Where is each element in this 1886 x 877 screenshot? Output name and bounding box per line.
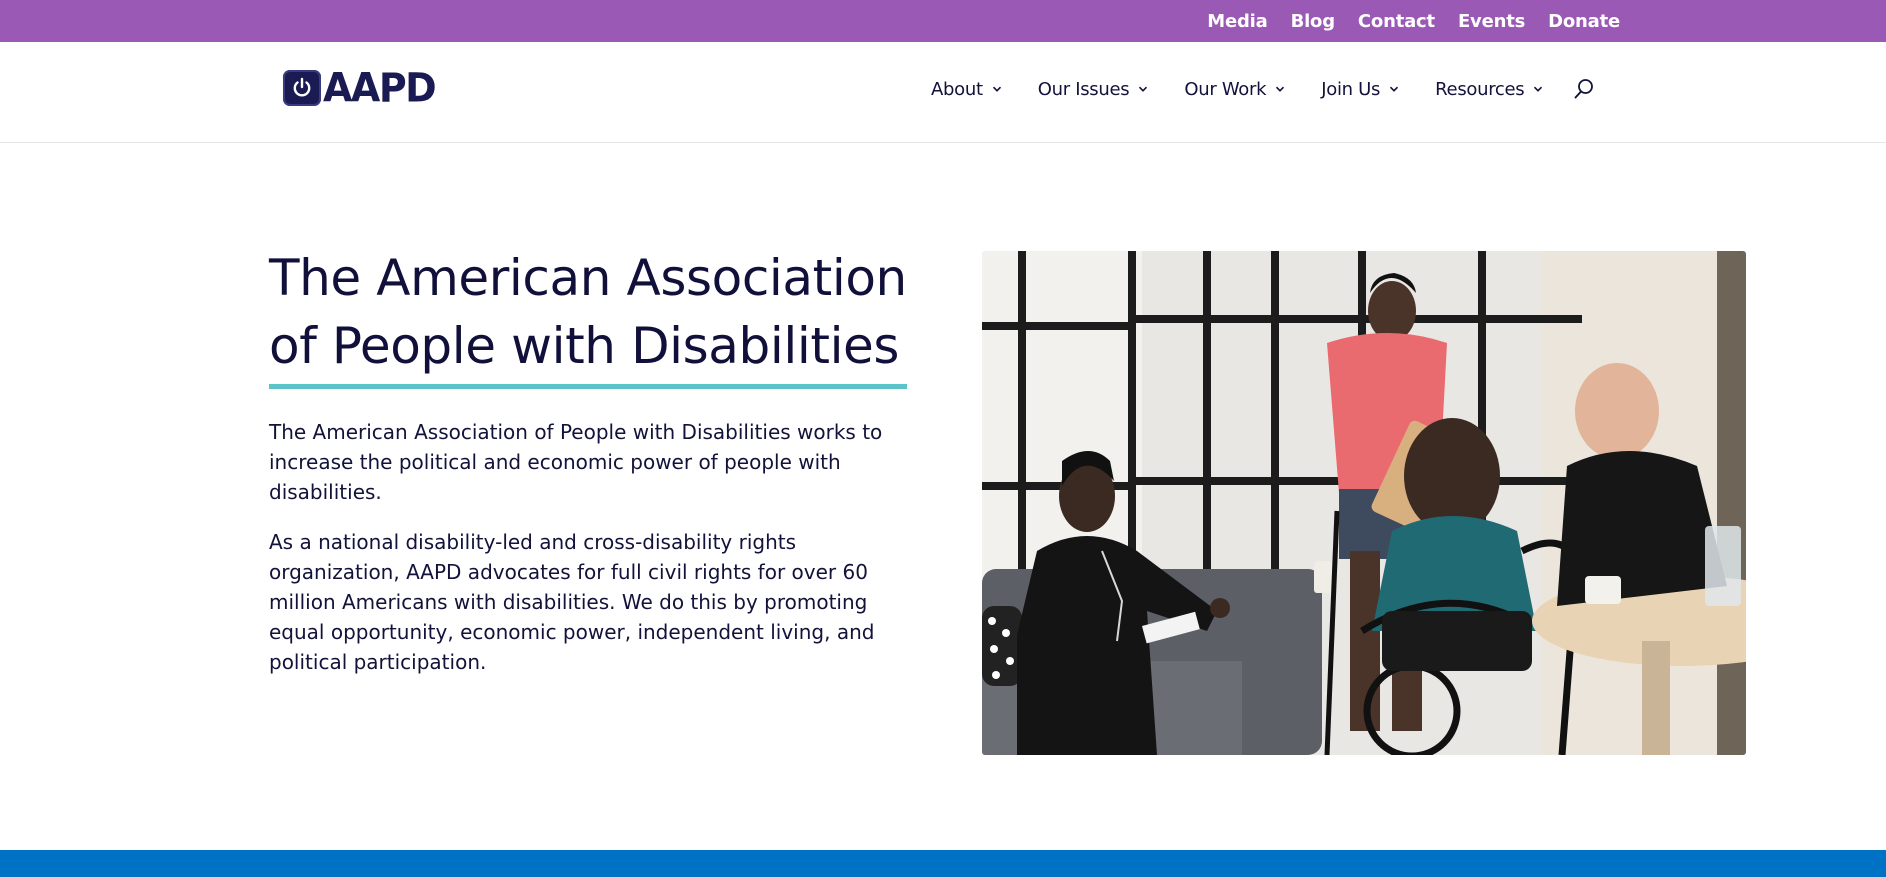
utility-link-contact[interactable]: Contact bbox=[1358, 11, 1435, 32]
page-title: The American Association of People with D… bbox=[269, 244, 909, 380]
title-underline bbox=[269, 384, 907, 389]
utility-link-media[interactable]: Media bbox=[1207, 11, 1268, 32]
nav-label: Our Issues bbox=[1037, 78, 1130, 100]
nav-item-resources[interactable]: Resources bbox=[1435, 79, 1543, 100]
chevron-down-icon bbox=[1390, 86, 1399, 92]
utility-link-events[interactable]: Events bbox=[1458, 11, 1525, 32]
utility-link-donate[interactable]: Donate bbox=[1548, 11, 1620, 32]
power-icon bbox=[283, 70, 321, 106]
hero-photo bbox=[982, 251, 1746, 755]
nav-item-our-work[interactable]: Our Work bbox=[1184, 79, 1285, 100]
nav-label: Join Us bbox=[1321, 78, 1381, 100]
utility-bar: Media Blog Contact Events Donate bbox=[0, 0, 1886, 42]
nav-item-join-us[interactable]: Join Us bbox=[1321, 79, 1399, 100]
page-title-line-2: of People with Disabilities bbox=[269, 317, 900, 375]
chevron-down-icon bbox=[1139, 86, 1148, 92]
site-logo[interactable]: AAPD bbox=[283, 64, 437, 112]
page-title-line-1: The American Association bbox=[269, 249, 907, 307]
nav-label: Our Work bbox=[1184, 78, 1267, 100]
nav-item-about[interactable]: About bbox=[931, 79, 1002, 100]
intro-paragraph: The American Association of People with … bbox=[269, 420, 883, 504]
logo-wordmark: AAPD bbox=[323, 64, 437, 112]
nav-label: Resources bbox=[1435, 78, 1525, 100]
chevron-down-icon bbox=[992, 86, 1001, 92]
nav-item-our-issues[interactable]: Our Issues bbox=[1038, 79, 1149, 100]
search-icon[interactable] bbox=[1573, 78, 1595, 100]
nav-label: About bbox=[931, 78, 983, 100]
mission-paragraph: As a national disability-led and cross-d… bbox=[269, 530, 875, 674]
main-nav: About Our Issues Our Work Join Us Resour… bbox=[931, 78, 1595, 100]
section-band bbox=[0, 850, 1886, 877]
site-header: AAPD About Our Issues Our Work Join Us R… bbox=[0, 42, 1886, 143]
utility-link-blog[interactable]: Blog bbox=[1291, 11, 1336, 32]
chevron-down-icon bbox=[1534, 86, 1543, 92]
chevron-down-icon bbox=[1276, 86, 1285, 92]
